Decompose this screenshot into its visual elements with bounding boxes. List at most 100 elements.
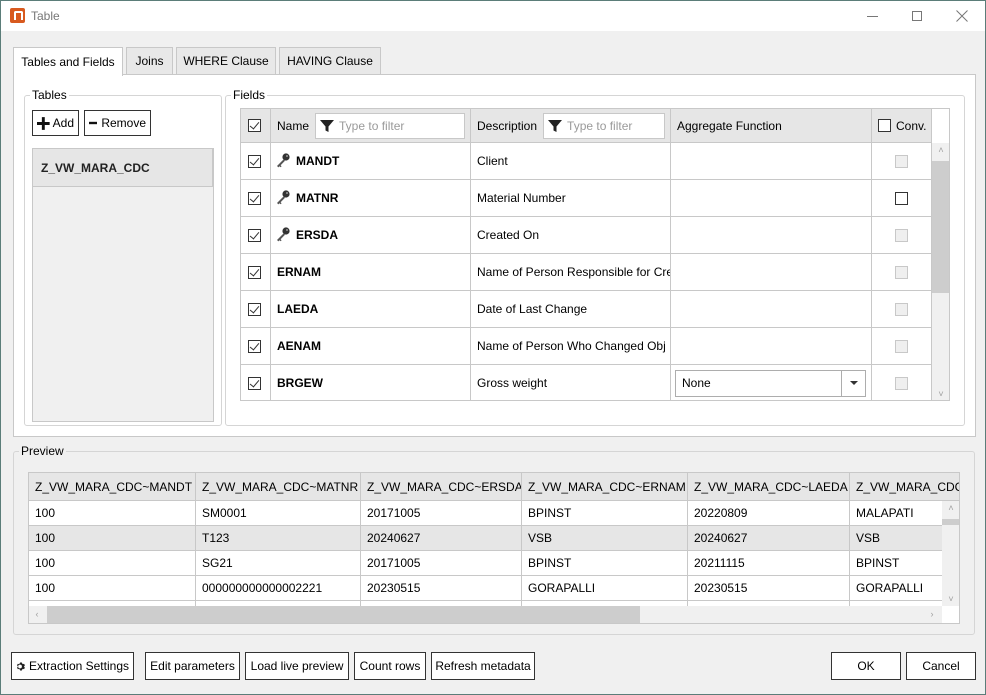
scroll-up-icon[interactable]: ˄ xyxy=(932,145,949,155)
ok-button[interactable]: OK xyxy=(831,652,901,680)
preview-vertical-scrollbar[interactable]: ˄ ˅ xyxy=(942,501,959,606)
field-name: MANDT xyxy=(296,154,340,168)
scroll-down-icon[interactable]: ˅ xyxy=(942,594,959,604)
key-icon xyxy=(275,189,296,208)
preview-row[interactable]: 100 000000000000002221 20230515 GORAPALLI 20… xyxy=(29,576,959,601)
add-table-button[interactable]: Add xyxy=(32,110,79,136)
field-row[interactable]: LAEDA Date of Last Change xyxy=(241,291,932,328)
load-live-preview-button[interactable]: Load live preview xyxy=(245,652,349,680)
preview-cell: T123 xyxy=(196,526,361,550)
field-aggregate-cell[interactable] xyxy=(671,291,872,327)
field-conv-cell xyxy=(872,328,932,364)
preview-column-header[interactable]: Z_VW_MARA_CDC~MATNR xyxy=(196,473,361,500)
tab-tables-and-fields[interactable]: Tables and Fields xyxy=(13,47,123,76)
field-conv-checkbox[interactable] xyxy=(895,191,908,205)
field-aggregate-cell[interactable] xyxy=(671,180,872,216)
refresh-metadata-button[interactable]: Refresh metadata xyxy=(431,652,535,680)
field-name: LAEDA xyxy=(277,302,319,316)
fields-vertical-scrollbar[interactable]: ˄ ˅ xyxy=(932,143,949,400)
description-filter-input[interactable]: Type to filter xyxy=(543,112,666,139)
field-row[interactable]: BRGEW Gross weight None xyxy=(241,365,932,400)
preview-column-header[interactable]: Z_VW_MARA_CDC~AENAM xyxy=(850,473,959,500)
select-all-cell xyxy=(241,109,271,142)
tab-having-clause[interactable]: HAVING Clause xyxy=(279,47,381,74)
cancel-button[interactable]: Cancel xyxy=(906,652,976,680)
remove-label: Remove xyxy=(101,116,146,130)
preview-column-header[interactable]: Z_VW_MARA_CDC~MANDT xyxy=(29,473,196,500)
chevron-down-icon xyxy=(849,381,858,385)
field-select-checkbox[interactable] xyxy=(248,339,261,353)
field-select-checkbox[interactable] xyxy=(248,302,261,316)
maximize-button[interactable] xyxy=(894,1,940,31)
field-aggregate-cell[interactable] xyxy=(671,254,872,290)
gear-icon xyxy=(16,661,26,671)
field-name-cell: BRGEW xyxy=(271,365,471,400)
field-row[interactable]: ERNAM Name of Person Responsible for Cre xyxy=(241,254,932,291)
field-name-cell: ERNAM xyxy=(271,254,471,290)
close-button[interactable] xyxy=(939,1,985,31)
preview-row[interactable]: 100 T123 20240627 VSB 20240627 VSB xyxy=(29,526,959,551)
tab-where-clause[interactable]: WHERE Clause xyxy=(176,47,276,74)
field-row[interactable]: MATNR Material Number xyxy=(241,180,932,217)
field-select-checkbox[interactable] xyxy=(248,228,261,242)
tables-legend: Tables xyxy=(32,88,67,102)
preview-hscroll-thumb[interactable] xyxy=(47,606,640,623)
field-row[interactable]: ERSDA Created On xyxy=(241,217,932,254)
field-conv-cell xyxy=(872,143,932,179)
name-header-label: Name xyxy=(277,118,310,133)
preview-cell: 20240627 xyxy=(688,526,850,550)
preview-cell: 20171005 xyxy=(361,551,522,575)
table-list-item[interactable]: Z_VW_MARA_CDC xyxy=(33,149,213,187)
remove-table-button[interactable]: Remove xyxy=(84,110,151,136)
name-filter-input[interactable]: Type to filter xyxy=(315,112,466,139)
field-name: BRGEW xyxy=(277,376,323,390)
field-aggregate-cell[interactable] xyxy=(671,143,872,179)
extraction-settings-button[interactable]: Extraction Settings xyxy=(11,652,134,680)
preview-row[interactable]: 100 SM0001 20171005 BPINST 20220809 MALAPATI xyxy=(29,501,959,526)
preview-column-header[interactable]: Z_VW_MARA_CDC~ERNAM xyxy=(522,473,688,500)
scroll-down-icon[interactable]: ˅ xyxy=(932,389,949,399)
description-filter-placeholder: Type to filter xyxy=(567,118,633,133)
dropdown-button[interactable] xyxy=(841,370,865,396)
field-select-checkbox[interactable] xyxy=(248,191,261,205)
field-select-checkbox[interactable] xyxy=(248,376,261,390)
conv-all-checkbox[interactable] xyxy=(878,119,891,132)
preview-horizontal-scrollbar[interactable]: ‹ › xyxy=(29,606,942,623)
edit-parameters-button[interactable]: Edit parameters xyxy=(145,652,240,680)
preview-cell: 20220809 xyxy=(688,501,850,525)
field-aggregate-cell[interactable] xyxy=(671,328,872,364)
preview-cell: 100 xyxy=(29,551,196,575)
field-select-cell xyxy=(241,217,271,253)
aggregate-header[interactable]: Aggregate Function xyxy=(671,109,872,142)
field-select-checkbox[interactable] xyxy=(248,154,261,168)
preview-cell: 20230515 xyxy=(688,576,850,600)
preview-vscroll-thumb[interactable] xyxy=(942,519,959,525)
aggregate-function-dropdown[interactable]: None xyxy=(675,369,866,397)
field-name: ERNAM xyxy=(277,265,321,279)
preview-column-header[interactable]: Z_VW_MARA_CDC~ERSDA xyxy=(361,473,522,500)
preview-column-header[interactable]: Z_VW_MARA_CDC~LAEDA xyxy=(688,473,850,500)
fields-legend: Fields xyxy=(233,88,266,102)
preview-row[interactable]: 100 SG21 20171005 BPINST 20211115 BPINST xyxy=(29,551,959,576)
field-aggregate-cell[interactable]: None xyxy=(671,365,872,400)
scroll-right-icon[interactable]: › xyxy=(926,609,938,619)
fields-scroll-thumb[interactable] xyxy=(932,161,949,293)
select-all-checkbox[interactable] xyxy=(248,119,261,132)
maximize-icon xyxy=(912,11,922,21)
add-label: Add xyxy=(52,116,74,130)
scroll-up-icon[interactable]: ˄ xyxy=(942,503,959,513)
tab-joins[interactable]: Joins xyxy=(126,47,173,74)
field-conv-cell xyxy=(872,291,932,327)
field-name-cell: LAEDA xyxy=(271,291,471,327)
field-row[interactable]: MANDT Client xyxy=(241,143,932,180)
field-select-checkbox[interactable] xyxy=(248,265,261,279)
minimize-button[interactable] xyxy=(849,1,895,31)
field-conv-checkbox xyxy=(895,376,908,390)
plus-icon xyxy=(37,116,50,130)
field-conv-checkbox xyxy=(895,228,908,242)
field-row[interactable]: AENAM Name of Person Who Changed Obj xyxy=(241,328,932,365)
aggregate-function-value: None xyxy=(682,376,711,390)
count-rows-button[interactable]: Count rows xyxy=(354,652,426,680)
scroll-left-icon[interactable]: ‹ xyxy=(31,609,43,619)
field-aggregate-cell[interactable] xyxy=(671,217,872,253)
